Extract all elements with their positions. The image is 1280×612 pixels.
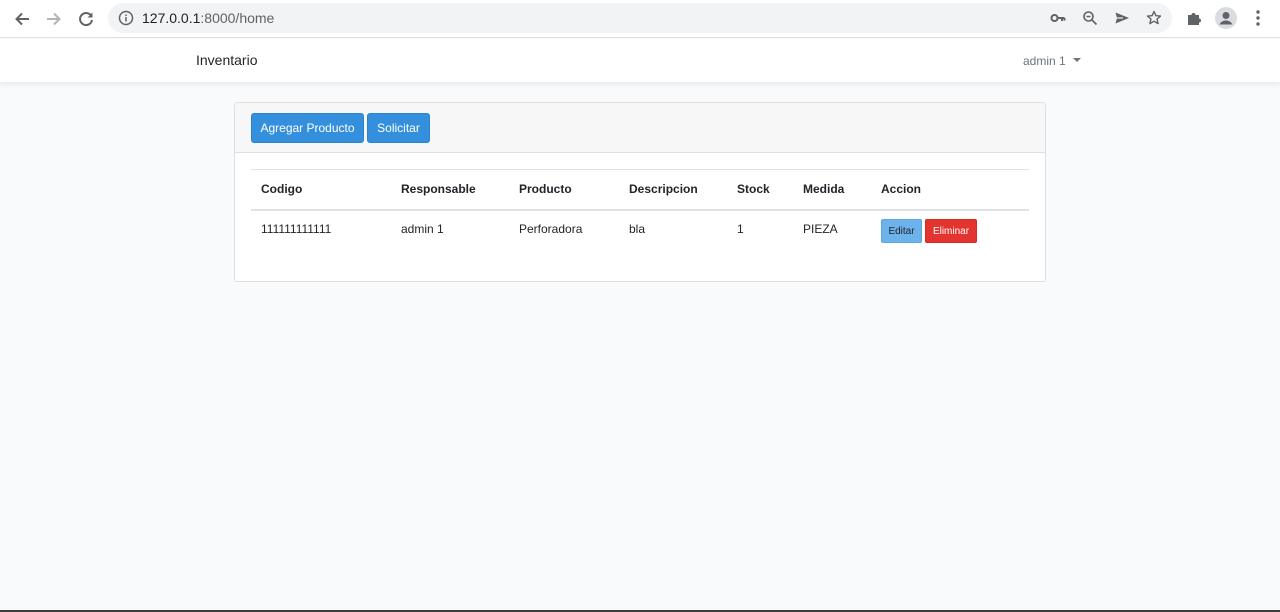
add-product-button[interactable]: Agregar Producto [251, 113, 364, 143]
app-navbar: Inventario admin 1 [0, 39, 1280, 83]
profile-icon[interactable] [1215, 7, 1237, 29]
header-stock: Stock [737, 182, 770, 196]
header-descripcion: Descripcion [629, 182, 698, 196]
menu-icon[interactable] [1248, 8, 1268, 28]
cell-producto: Perforadora [519, 222, 583, 236]
cell-descripcion: bla [629, 222, 646, 236]
cell-stock: 1 [737, 222, 744, 236]
browser-toolbar: 127.0.0.1:8000/home [0, 0, 1280, 38]
user-name: admin 1 [1023, 54, 1066, 68]
header-medida: Medida [803, 182, 845, 196]
card-header: Agregar Producto Solicitar [235, 103, 1045, 153]
inventory-card: Agregar Producto Solicitar Codigo Respon… [234, 102, 1046, 282]
extensions-icon[interactable] [1184, 8, 1204, 28]
caret-down-icon [1072, 58, 1081, 62]
header-accion: Accion [881, 182, 922, 196]
request-button[interactable]: Solicitar [367, 113, 430, 143]
header-producto: Producto [519, 182, 572, 196]
url-text: 127.0.0.1:8000/home [142, 10, 274, 26]
delete-button[interactable]: Eliminar [925, 219, 977, 243]
table-top-border [251, 169, 1029, 170]
address-bar[interactable]: 127.0.0.1:8000/home [108, 3, 1172, 33]
table-header-border [251, 209, 1029, 211]
user-dropdown[interactable]: admin 1 [1023, 54, 1081, 68]
back-icon[interactable] [9, 6, 35, 32]
cell-responsable: admin 1 [401, 222, 444, 236]
url-path: :8000/home [200, 10, 275, 26]
header-responsable: Responsable [401, 182, 476, 196]
url-host: 127.0.0.1 [142, 10, 201, 26]
info-icon[interactable] [118, 10, 134, 26]
zoom-icon[interactable] [1082, 10, 1098, 26]
forward-icon[interactable] [41, 6, 67, 32]
cell-medida: PIEZA [803, 222, 838, 236]
brand-link[interactable]: Inventario [196, 52, 257, 68]
send-icon[interactable] [1114, 10, 1130, 26]
reload-icon[interactable] [73, 6, 99, 32]
key-icon[interactable] [1050, 10, 1066, 26]
header-codigo: Codigo [261, 182, 303, 196]
star-icon[interactable] [1146, 10, 1162, 26]
cell-codigo: 111111111111 [261, 222, 332, 236]
edit-button[interactable]: Editar [881, 219, 922, 243]
